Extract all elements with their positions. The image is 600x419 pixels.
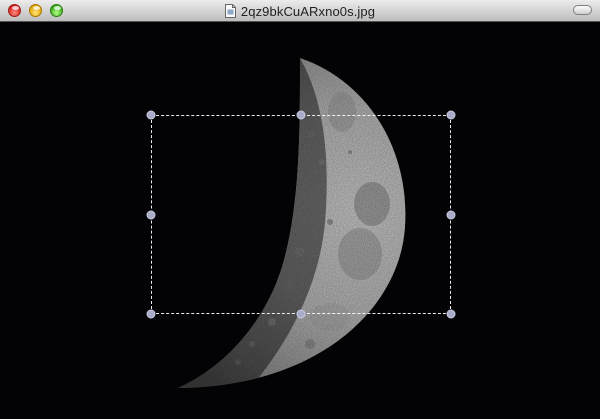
selection-handle-middle-right[interactable] bbox=[446, 210, 456, 220]
selection-handle-bottom-left[interactable] bbox=[146, 309, 156, 319]
selection-handle-middle-left[interactable] bbox=[146, 210, 156, 220]
document-icon[interactable] bbox=[224, 4, 236, 18]
selection-handle-top-left[interactable] bbox=[146, 110, 156, 120]
selection-handle-top-right[interactable] bbox=[446, 110, 456, 120]
zoom-button[interactable] bbox=[50, 4, 63, 17]
selection-handle-top-center[interactable] bbox=[296, 110, 306, 120]
image-view[interactable] bbox=[0, 22, 600, 419]
minimize-button[interactable] bbox=[29, 4, 42, 17]
preview-window: 2qz9bkCuARxno0s.jpg bbox=[0, 0, 600, 419]
selection-handle-bottom-right[interactable] bbox=[446, 309, 456, 319]
window-title: 2qz9bkCuARxno0s.jpg bbox=[240, 3, 376, 19]
toolbar-toggle-button[interactable] bbox=[573, 5, 592, 15]
title-bar[interactable]: 2qz9bkCuARxno0s.jpg bbox=[0, 0, 600, 22]
selection-rectangle[interactable] bbox=[151, 115, 451, 314]
close-button[interactable] bbox=[8, 4, 21, 17]
selection-handle-bottom-center[interactable] bbox=[296, 309, 306, 319]
